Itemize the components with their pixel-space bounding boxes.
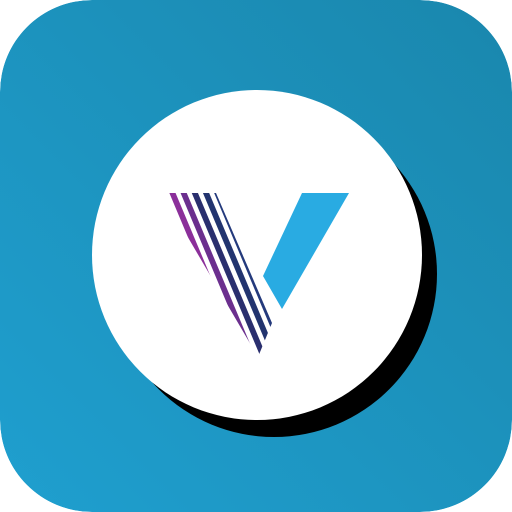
white-disc xyxy=(92,90,422,420)
app-icon[interactable] xyxy=(0,0,512,512)
app-icon-graphic xyxy=(0,0,512,512)
